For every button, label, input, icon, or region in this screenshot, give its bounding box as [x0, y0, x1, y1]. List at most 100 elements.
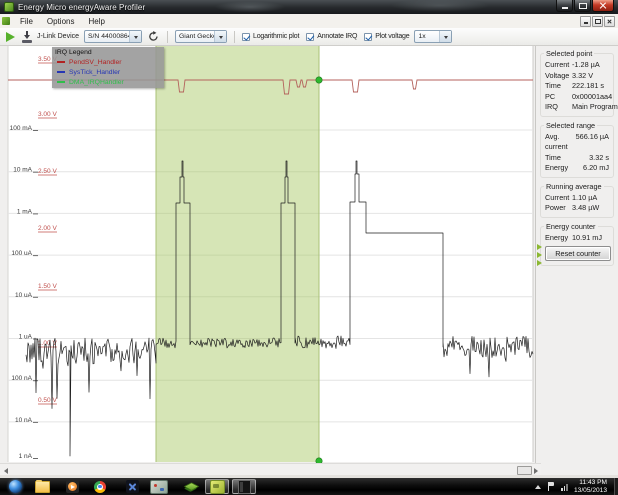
device-type-value: Giant Gecko	[176, 33, 214, 40]
taskbar-button-layered-diamond-app[interactable]	[179, 479, 203, 494]
current-axis-label: 100 mA	[10, 125, 33, 132]
checkbox-box[interactable]	[364, 33, 372, 41]
network-signal-icon[interactable]	[561, 483, 568, 491]
start-capture-button[interactable]	[6, 32, 15, 42]
taskbar-button-jlink-map-app[interactable]	[147, 479, 171, 494]
checkbox-logarithmic-plot[interactable]: Logarithmic plot	[242, 33, 299, 41]
panel-row: Energy 6.20 mJ	[545, 163, 609, 174]
chrome-browser-icon	[94, 481, 106, 493]
action-center-flag-icon[interactable]	[548, 482, 555, 491]
irq-legend: IRQ Legend PendSV_HandlerSysTick_Handler…	[52, 47, 164, 88]
checkbox-box[interactable]	[306, 33, 314, 41]
panel-row: Time3.32 s	[545, 153, 609, 164]
panel-group-selected-range: Selected rangeAvg. current566.16 µATime3…	[540, 125, 614, 178]
checkbox-annotate-irq[interactable]: Annotate IRQ	[306, 33, 357, 41]
scrollbar-thumb[interactable]	[517, 466, 532, 475]
voltage-scale-select[interactable]: 1x	[414, 30, 452, 43]
flash-device-button[interactable]	[22, 31, 32, 43]
selected-point-marker[interactable]	[316, 77, 322, 83]
mdi-close-button[interactable]	[604, 16, 615, 27]
toolbar-separator	[234, 31, 235, 43]
taskbar-button-media-player[interactable]	[60, 479, 84, 494]
dropdown-button[interactable]	[439, 31, 451, 42]
panel-row-label: Energy	[545, 233, 572, 244]
app-menu-icon	[2, 17, 10, 25]
voltage-axis-label: 3.00 V	[38, 111, 57, 118]
panel-group-title: Running average	[544, 182, 604, 191]
show-hidden-icons-icon[interactable]	[535, 485, 541, 489]
taskbar-button-chrome-browser[interactable]	[88, 479, 112, 494]
legend-dash-icon	[57, 71, 65, 73]
layered-diamond-app-icon	[183, 480, 199, 493]
window-controls	[555, 0, 614, 12]
blue-x-app-icon	[126, 480, 139, 493]
minimize-icon	[562, 7, 568, 9]
download-arrow-icon	[24, 35, 30, 39]
reset-counter-button[interactable]: Reset counter	[545, 246, 611, 261]
taskbar-button-start-orb[interactable]	[3, 479, 27, 494]
profiler-chart[interactable]: 100 mA10 mA1 mA100 uA10 uA1 uA100 nA10 n…	[0, 46, 535, 463]
taskbar-button-explorer-folder[interactable]	[30, 479, 54, 494]
scroll-right-icon[interactable]	[534, 468, 538, 474]
explorer-folder-icon	[35, 481, 50, 493]
selection-region[interactable]	[156, 46, 319, 462]
current-axis-label: 10 mA	[13, 167, 32, 174]
serial-number-value: S/N 440008645	[85, 33, 129, 40]
refresh-devices-button[interactable]	[147, 30, 160, 43]
refresh-icon	[148, 31, 159, 42]
panel-row: Voltage3.32 V	[545, 71, 609, 82]
toolbar-separator	[167, 31, 168, 43]
menu-file[interactable]: File	[13, 14, 40, 28]
dropdown-button[interactable]	[129, 31, 141, 42]
green-marker-icon	[537, 244, 542, 250]
taskbar-clock[interactable]: 11:43 PM 13/05/2013	[574, 479, 607, 494]
panel-row: PC0x00001aa4	[545, 92, 609, 103]
serial-number-select[interactable]: S/N 440008645	[84, 30, 142, 43]
taskbar-button-blue-x-app[interactable]	[120, 479, 144, 494]
current-axis-label: 10 nA	[15, 417, 33, 424]
clock-time: 11:43 PM	[574, 479, 607, 487]
panel-group-selected-point: Selected pointCurrent-1.28 µAVoltage3.32…	[540, 53, 614, 117]
current-axis-label: 1 uA	[19, 334, 33, 341]
menu-items: FileOptionsHelp	[13, 14, 112, 28]
mdi-minimize-button[interactable]	[580, 16, 591, 27]
panel-row-value: 3.32 s	[589, 153, 609, 164]
close-icon	[607, 19, 612, 24]
scroll-left-icon[interactable]	[4, 468, 8, 474]
panel-row-value: 566.16 µA	[576, 132, 609, 153]
app-icon	[4, 2, 14, 12]
chevron-down-icon	[444, 36, 448, 41]
current-axis-label: 100 nA	[11, 375, 32, 382]
close-button[interactable]	[592, 0, 614, 12]
panel-group-title: Selected point	[544, 49, 594, 58]
restore-icon	[595, 19, 601, 24]
panel-row-label: Energy	[545, 163, 568, 174]
panel-row-label: IRQ	[545, 102, 572, 113]
mdi-restore-button[interactable]	[592, 16, 603, 27]
legend-label: DMA_IRQHandler	[69, 79, 124, 86]
chart-area[interactable]: 100 mA10 mA1 mA100 uA10 uA1 uA100 nA10 n…	[0, 46, 535, 463]
checkbox-plot-voltage[interactable]: Plot voltage	[364, 33, 409, 41]
panel-row-value: 6.20 mJ	[583, 163, 609, 174]
device-base-icon	[22, 40, 32, 43]
checkbox-box[interactable]	[242, 33, 250, 41]
current-axis-label: 1 mA	[17, 208, 33, 215]
horizontal-scrollbar[interactable]	[0, 463, 541, 475]
menu-help[interactable]: Help	[81, 14, 111, 28]
panel-row-value: 0x00001aa4	[572, 92, 612, 103]
minimize-button[interactable]	[556, 0, 573, 12]
panel-row: Avg. current566.16 µA	[545, 132, 609, 153]
menu-options[interactable]: Options	[40, 14, 82, 28]
title-bar: Energy Micro energyAware Profiler	[0, 0, 618, 14]
irq-legend-items: PendSV_HandlerSysTick_HandlerDMA_IRQHand…	[55, 57, 161, 87]
profiler-active-icon	[210, 480, 225, 494]
maximize-button[interactable]	[574, 0, 591, 12]
taskbar-button-console-window-active[interactable]	[232, 479, 256, 494]
dropdown-button[interactable]	[214, 31, 226, 42]
jlink-map-app-icon	[150, 480, 168, 494]
current-axis-label: 1 nA	[19, 453, 33, 460]
system-tray: 11:43 PM 13/05/2013	[535, 478, 613, 495]
device-type-select[interactable]: Giant Gecko	[175, 30, 227, 43]
taskbar-button-profiler-active[interactable]	[205, 479, 229, 494]
show-desktop-button[interactable]	[614, 478, 618, 495]
